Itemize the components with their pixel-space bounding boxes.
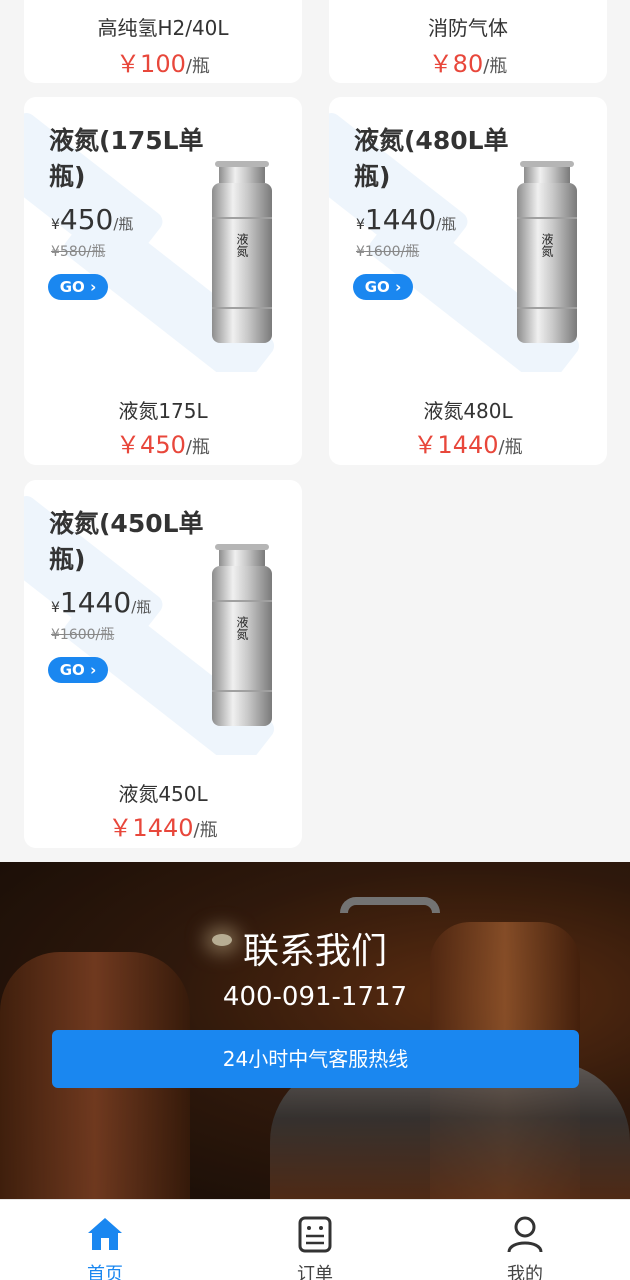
contact-title: 联系我们 [242, 931, 387, 972]
dewar-tank-image: 液氮 [212, 544, 272, 726]
product-name: 消防气体 [428, 16, 508, 40]
product-name: 液氮175L [118, 399, 208, 423]
tank-label: 液氮 [235, 232, 249, 258]
product-banner: 液氮(480L单瓶) ¥1440/瓶 ¥1600/瓶 GO › 液氮 [329, 97, 607, 372]
contact-section: 联系我们 400-091-1717 24小时中气客服热线 [0, 862, 630, 1199]
product-card-ln2-480l[interactable]: 液氮(480L单瓶) ¥1440/瓶 ¥1600/瓶 GO › 液氮 液氮480… [329, 97, 607, 465]
product-name: 液氮480L [423, 399, 513, 423]
tab-label: 订单 [297, 1264, 333, 1280]
go-button[interactable]: GO › [353, 274, 413, 300]
banner-price: ¥1440/瓶 [51, 586, 152, 619]
product-card-hydrogen[interactable]: 高纯氢H2/40L ￥100/瓶 [24, 0, 302, 83]
chevron-right-icon: › [90, 278, 97, 296]
dewar-tank-image: 液氮 [212, 161, 272, 343]
order-icon [298, 1216, 332, 1253]
product-price: ￥80/瓶 [428, 50, 508, 78]
product-price: ￥100/瓶 [116, 50, 210, 78]
product-card-ln2-175l[interactable]: 液氮(175L单瓶) ¥450/瓶 ¥580/瓶 GO › 液氮 液氮175L … [24, 97, 302, 465]
product-name: 液氮450L [118, 782, 208, 806]
original-price: ¥580/瓶 [51, 244, 106, 260]
go-button[interactable]: GO › [48, 657, 108, 683]
original-price: ¥1600/瓶 [356, 244, 420, 260]
product-price: ￥450/瓶 [116, 431, 210, 459]
hotline-button[interactable]: 24小时中气客服热线 [52, 1030, 579, 1088]
tab-mine[interactable]: 我的 [420, 1200, 630, 1280]
tab-home[interactable]: 首页 [0, 1200, 210, 1280]
product-card-fire-gas[interactable]: 消防气体 ￥80/瓶 [329, 0, 607, 83]
banner-price: ¥450/瓶 [51, 203, 134, 236]
product-price: ￥1440/瓶 [108, 814, 218, 842]
banner-title: 液氮(480L单瓶) [354, 126, 509, 191]
product-price: ￥1440/瓶 [413, 431, 523, 459]
chevron-right-icon: › [395, 278, 402, 296]
contact-phone[interactable]: 400-091-1717 [0, 982, 630, 1012]
user-icon [507, 1216, 543, 1253]
tank-label: 液氮 [235, 615, 249, 641]
tab-orders[interactable]: 订单 [210, 1200, 420, 1280]
banner-title: 液氮(175L单瓶) [49, 126, 204, 191]
product-name: 高纯氢H2/40L [97, 16, 229, 40]
tab-label: 我的 [507, 1264, 543, 1280]
bottom-tab-bar: 首页 订单 我的 [0, 1199, 630, 1280]
original-price: ¥1600/瓶 [51, 627, 115, 643]
product-card-ln2-450l[interactable]: 液氮(450L单瓶) ¥1440/瓶 ¥1600/瓶 GO › 液氮 液氮450… [24, 480, 302, 848]
banner-title: 液氮(450L单瓶) [49, 509, 204, 574]
home-icon [88, 1218, 122, 1250]
product-banner: 液氮(450L单瓶) ¥1440/瓶 ¥1600/瓶 GO › 液氮 [24, 480, 302, 755]
go-button[interactable]: GO › [48, 274, 108, 300]
tank-label: 液氮 [540, 232, 554, 258]
tab-label: 首页 [87, 1264, 123, 1280]
product-banner: 液氮(175L单瓶) ¥450/瓶 ¥580/瓶 GO › 液氮 [24, 97, 302, 372]
chevron-right-icon: › [90, 661, 97, 679]
banner-price: ¥1440/瓶 [356, 203, 457, 236]
dewar-tank-image: 液氮 [517, 161, 577, 343]
